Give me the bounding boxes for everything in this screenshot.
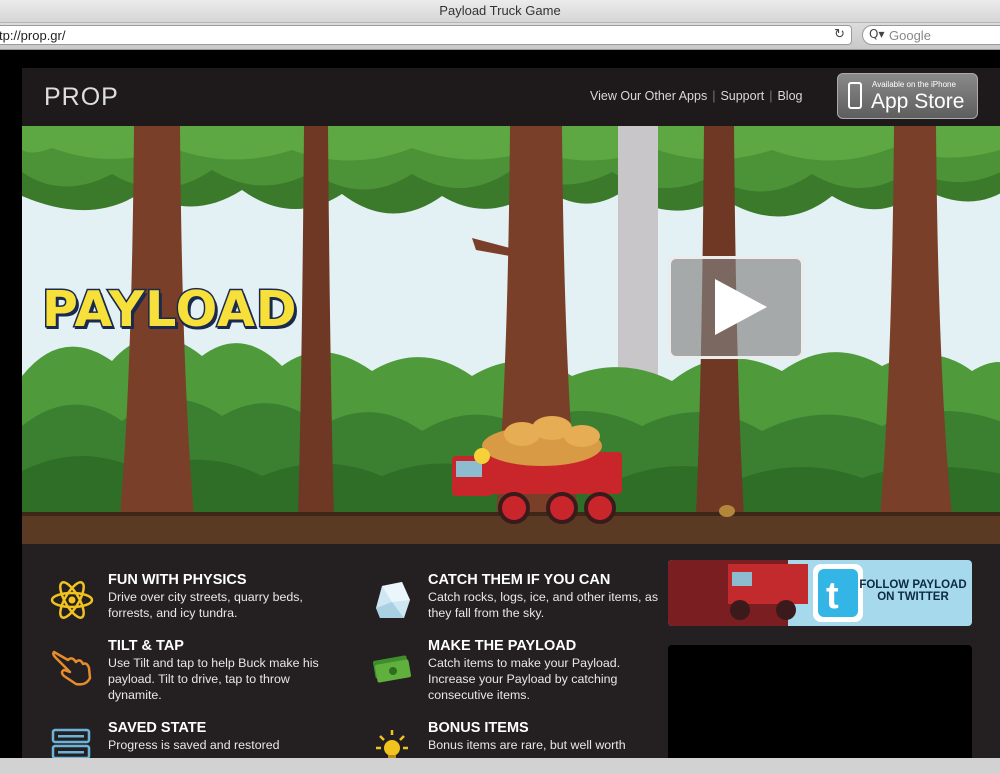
- play-button[interactable]: [668, 256, 804, 359]
- save-state-icon: [51, 728, 91, 758]
- feature-text: Drive over city streets, quarry beds, fo…: [108, 590, 303, 620]
- window-title: Payload Truck Game: [439, 3, 561, 18]
- browser-toolbar: tp://prop.gr/ ↻ Q▾ Google: [0, 23, 1000, 50]
- page: PROP View Our Other Apps | Support | Blog Av…: [22, 68, 1000, 758]
- feature-text: Bonus items are rare, but well worth: [428, 738, 626, 752]
- nav-support[interactable]: Support: [720, 89, 764, 103]
- top-nav: View Our Other Apps | Support | Blog: [590, 89, 803, 103]
- lightbulb-icon: [376, 730, 408, 758]
- follow-twitter-text[interactable]: FOLLOW PAYLOAD ON TWITTER: [858, 579, 968, 603]
- follow-twitter-banner[interactable]: t FOLLOW PAYLOAD ON TWITTER: [668, 560, 972, 626]
- feature-title: TILT & TAP: [108, 638, 184, 654]
- feature-text: Progress is saved and restored: [108, 738, 280, 752]
- app-store-big-text: App Store: [871, 90, 965, 113]
- svg-text:t: t: [826, 575, 839, 617]
- feature-title: SAVED STATE: [108, 720, 207, 736]
- site-header: PROP View Our Other Apps | Support | Blog Av…: [22, 68, 1000, 126]
- nav-other-apps[interactable]: View Our Other Apps: [590, 89, 707, 103]
- ice-cube-icon: [376, 582, 410, 618]
- search-field[interactable]: Q▾ Google: [862, 25, 1000, 45]
- money-icon: [373, 655, 411, 683]
- search-placeholder: Google: [889, 28, 931, 43]
- hand-tap-icon: [52, 650, 92, 686]
- app-store-small-text: Available on the iPhone: [872, 80, 956, 89]
- window-titlebar: Payload Truck Game: [0, 0, 1000, 23]
- search-icon: Q▾: [869, 27, 885, 41]
- feature-title: CATCH THEM IF YOU CAN: [428, 572, 611, 588]
- site-logo[interactable]: PROP: [44, 83, 119, 112]
- feature-text: Catch rocks, logs, ice, and other items,…: [428, 590, 659, 620]
- address-bar[interactable]: tp://prop.gr/ ↻: [0, 25, 852, 45]
- feature-text: Catch items to make your Payload. Increa…: [428, 656, 621, 702]
- status-bar: [0, 758, 1000, 774]
- address-text[interactable]: tp://prop.gr/: [0, 28, 65, 43]
- feature-title: FUN WITH PHYSICS: [108, 572, 247, 588]
- feature-title: MAKE THE PAYLOAD: [428, 638, 577, 654]
- reload-icon[interactable]: ↻: [834, 27, 845, 42]
- nav-separator: |: [769, 89, 773, 103]
- nav-separator: |: [712, 89, 716, 103]
- feature-text: Use Tilt and tap to help Buck make his p…: [108, 656, 319, 702]
- app-store-badge[interactable]: Available on the iPhone App Store: [837, 73, 978, 119]
- iphone-icon: [848, 82, 862, 109]
- nav-blog[interactable]: Blog: [777, 89, 802, 103]
- feature-title: BONUS ITEMS: [428, 720, 529, 736]
- play-icon: [715, 279, 767, 335]
- video-box: [668, 645, 972, 758]
- hero-video[interactable]: PAYLOAD: [22, 126, 1000, 544]
- game-title-logo: PAYLOAD: [41, 280, 299, 340]
- features-section: FUN WITH PHYSICS Drive over city streets…: [22, 544, 1000, 758]
- atom-icon: [50, 581, 94, 619]
